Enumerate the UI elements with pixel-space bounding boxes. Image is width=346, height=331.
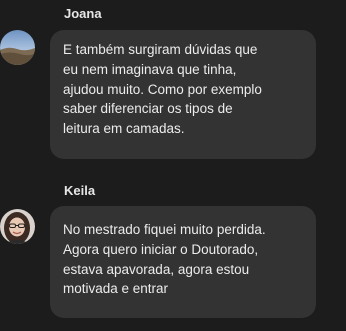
comment-text-line: eu nem imaginava que tinha, xyxy=(63,61,237,77)
person-avatar-image xyxy=(0,209,35,244)
comment-text-line: Agora quero iniciar o Doutorado, xyxy=(63,241,259,257)
comment-text-line: estava apavorada, agora estou xyxy=(63,261,250,277)
comment-thread: Joana E também surgiram dúvidas que eu n… xyxy=(0,0,346,331)
comment-text-line: motivada e entrar xyxy=(63,281,169,297)
comment-text-line: leitura em camadas. xyxy=(63,121,185,137)
comment-author-name[interactable]: Keila xyxy=(64,183,95,198)
comment-text-line: saber diferenciar os tipos de xyxy=(63,101,233,117)
comment-bubble: E também surgiram dúvidas que eu nem ima… xyxy=(50,30,316,159)
comment-text-line: E também surgiram dúvidas que xyxy=(63,42,258,57)
landscape-avatar[interactable] xyxy=(0,30,35,65)
landscape-avatar-image xyxy=(0,30,35,65)
comment-text-line: ajudou muito. Como por exemplo xyxy=(63,81,262,97)
comment-text-line: No mestrado fiquei muito perdida. xyxy=(63,222,266,237)
comment-author-name[interactable]: Joana xyxy=(64,6,102,21)
person-avatar[interactable] xyxy=(0,209,35,244)
comment-bubble: No mestrado fiquei muito perdida. Agora … xyxy=(50,206,316,318)
